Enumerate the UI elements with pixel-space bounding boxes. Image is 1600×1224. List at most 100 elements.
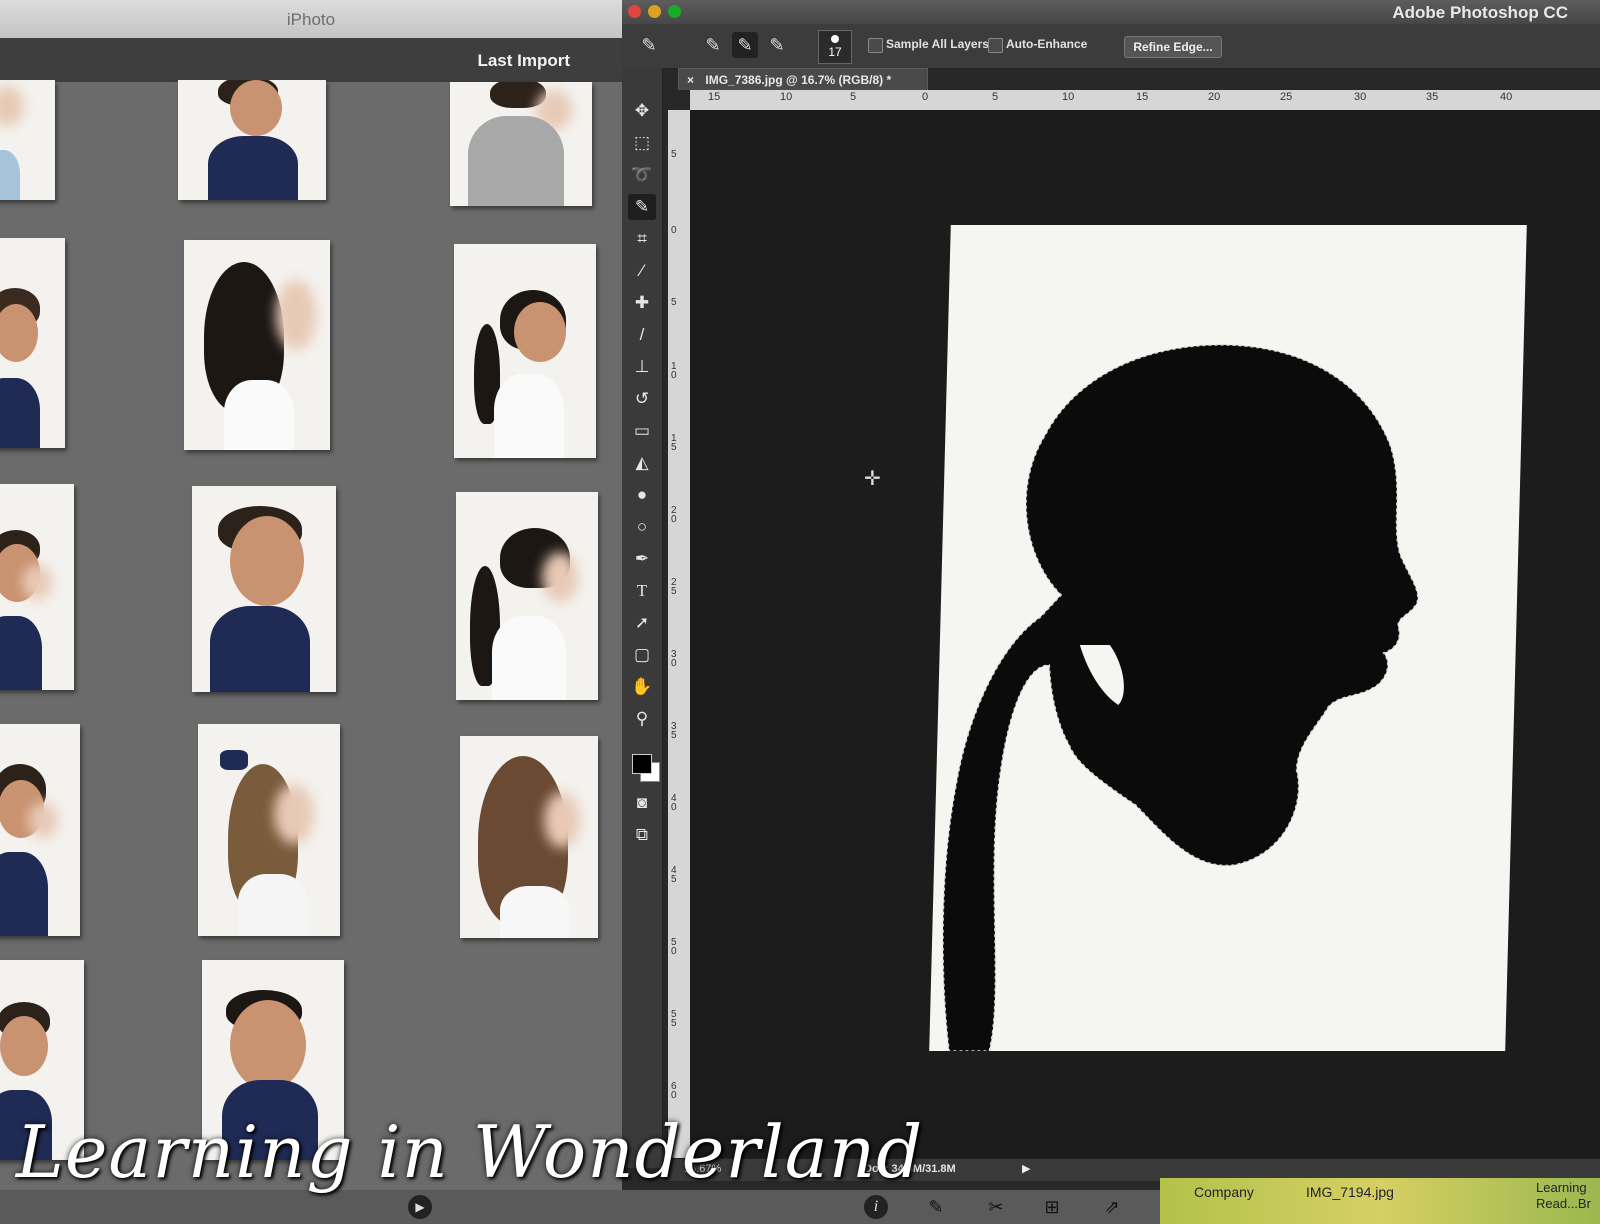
photo-thumbnail[interactable] (0, 724, 80, 936)
add-icon[interactable]: ⊞ (1040, 1195, 1064, 1219)
photo-thumbnail[interactable] (198, 724, 340, 936)
girl-silhouette (942, 344, 1419, 1051)
ruler-label: 30 (1354, 91, 1367, 103)
ruler-label: 35 (1426, 91, 1439, 103)
sample-all-layers-checkbox[interactable] (868, 38, 883, 53)
zoom-window-button[interactable] (668, 5, 681, 18)
vertical-ruler: 5 0 5 1 0 1 5 2 0 2 5 3 0 3 5 4 0 4 5 5 … (668, 110, 690, 1160)
photo-thumbnail[interactable] (0, 484, 74, 690)
blur-tool-icon[interactable]: ● (628, 482, 656, 508)
refine-edge-button[interactable]: Refine Edge... (1124, 36, 1222, 58)
ruler-label: 15 (1136, 91, 1149, 103)
ruler-label: 1 5 (671, 433, 677, 453)
brush-dot-icon (831, 35, 839, 43)
brush-size-value: 17 (828, 45, 842, 59)
iphoto-window: iPhoto Last Import (0, 0, 622, 1190)
photo-thumbnail[interactable] (460, 736, 598, 938)
ruler-label: 15 (708, 91, 721, 103)
document-canvas[interactable]: ✛ (690, 110, 1600, 1160)
ruler-label: 0 (671, 225, 677, 236)
tool-options-bar: ✎ ✎ ✎ ✎ 17 Sample All Layers Auto-Enhanc… (622, 24, 1600, 69)
new-selection-icon[interactable]: ✎ (700, 32, 726, 58)
last-import-title: Last Import (477, 51, 570, 70)
ruler-label: 20 (1208, 91, 1221, 103)
rectangle-tool-icon[interactable]: ▢ (628, 642, 656, 668)
zoom-tool-icon[interactable]: ⚲ (628, 706, 656, 732)
ruler-label: 25 (1280, 91, 1293, 103)
foreground-color-swatch[interactable] (632, 754, 652, 774)
move-tool-icon[interactable]: ✥ (628, 98, 656, 124)
eyedropper-tool-icon[interactable]: ⁄ (628, 258, 656, 284)
subtract-from-selection-icon[interactable]: ✎ (764, 32, 790, 58)
eraser-tool-icon[interactable]: ▭ (628, 418, 656, 444)
iphoto-section-header: Last Import (0, 38, 622, 82)
quick-mask-icon[interactable]: ◙ (628, 790, 656, 816)
photo-thumbnail[interactable] (456, 492, 598, 700)
quick-selection-preset-icon[interactable]: ✎ (636, 32, 662, 58)
ruler-label: 10 (780, 91, 793, 103)
ruler-label: 0 (922, 91, 929, 103)
ruler-label: 5 (671, 149, 677, 160)
iphoto-window-title: iPhoto (286, 10, 336, 29)
iphoto-titlebar: iPhoto (0, 0, 622, 39)
ruler-label: 2 0 (671, 505, 677, 525)
pen-tool-icon[interactable]: ✒ (628, 546, 656, 572)
document-tab[interactable]: × IMG_7386.jpg @ 16.7% (RGB/8) * (678, 68, 928, 90)
ruler-label: 5 5 (671, 1009, 677, 1029)
ruler-label: 5 (850, 91, 857, 103)
status-menu-arrow-icon[interactable]: ▶ (1022, 1162, 1030, 1175)
brush-tool-icon[interactable]: / (628, 322, 656, 348)
auto-enhance-label: Auto-Enhance (1006, 37, 1088, 51)
add-to-selection-icon[interactable]: ✎ (732, 32, 758, 58)
crosshair-cursor-icon: ✛ (864, 468, 881, 490)
close-window-button[interactable] (628, 5, 641, 18)
info-column-filename: IMG_7194.jpg (1306, 1184, 1394, 1200)
sample-all-layers-label: Sample All Layers (886, 37, 989, 51)
crop-tool-icon[interactable]: ⌗ (628, 226, 656, 252)
clone-stamp-tool-icon[interactable]: ⊥ (628, 354, 656, 380)
type-tool-icon[interactable]: T (628, 578, 656, 604)
quick-selection-tool-icon[interactable]: ✎ (628, 194, 656, 220)
play-icon[interactable]: ▶ (408, 1195, 432, 1219)
pencil-icon[interactable]: ✎ (924, 1195, 948, 1219)
ruler-label: 5 0 (671, 937, 677, 957)
photoshop-window-title: Adobe Photoshop CC (1392, 3, 1568, 22)
photoshop-window: Adobe Photoshop CC ✎ ✎ ✎ ✎ 17 Sample All… (622, 0, 1600, 1190)
ruler-label: 1 0 (671, 361, 677, 381)
healing-brush-tool-icon[interactable]: ✚ (628, 290, 656, 316)
photo-thumbnail[interactable] (178, 80, 326, 200)
photo-thumbnail[interactable] (450, 82, 592, 206)
hand-tool-icon[interactable]: ✋ (628, 674, 656, 700)
paint-bucket-tool-icon[interactable]: ◭ (628, 450, 656, 476)
scissors-icon[interactable]: ✂ (984, 1195, 1008, 1219)
ruler-label: 3 5 (671, 721, 677, 741)
auto-enhance-checkbox[interactable] (988, 38, 1003, 53)
minimize-window-button[interactable] (648, 5, 661, 18)
share-icon[interactable]: ⇗ (1100, 1195, 1124, 1219)
brush-size-picker[interactable]: 17 (818, 30, 852, 64)
photo-thumbnail[interactable] (0, 238, 65, 448)
photo-thumbnail[interactable] (0, 80, 55, 200)
info-column-company: Company (1194, 1184, 1254, 1200)
dodge-tool-icon[interactable]: ○ (628, 514, 656, 540)
ruler-label: 4 5 (671, 865, 677, 885)
marquee-tool-icon[interactable]: ⬚ (628, 130, 656, 156)
info-icon[interactable]: i (864, 1195, 888, 1219)
close-tab-icon[interactable]: × (687, 73, 694, 87)
watermark-text: Learning in Wonderland (16, 1110, 924, 1194)
silhouette-image[interactable] (929, 225, 1527, 1051)
ruler-label: 4 0 (671, 793, 677, 813)
ruler-label: 5 (992, 91, 999, 103)
photo-thumbnail[interactable] (192, 486, 336, 692)
info-panel: Company IMG_7194.jpg Learning Read...Br (1160, 1178, 1600, 1224)
photo-thumbnail[interactable] (454, 244, 596, 458)
photo-thumbnail[interactable] (184, 240, 330, 450)
ruler-label: 40 (1500, 91, 1513, 103)
ruler-label: 5 (671, 297, 677, 308)
screen-mode-icon[interactable]: ⧉ (628, 822, 656, 848)
horizontal-ruler: 15 10 5 0 5 10 15 20 25 30 35 40 (690, 90, 1600, 110)
path-selection-tool-icon[interactable]: ➚ (628, 610, 656, 636)
history-brush-tool-icon[interactable]: ↺ (628, 386, 656, 412)
lasso-tool-icon[interactable]: ➰ (628, 162, 656, 188)
tools-panel: ✥ ⬚ ➰ ✎ ⌗ ⁄ ✚ / ⊥ ↺ ▭ ◭ ● ○ ✒ T ➚ ▢ ✋ ⚲ … (622, 68, 663, 1168)
